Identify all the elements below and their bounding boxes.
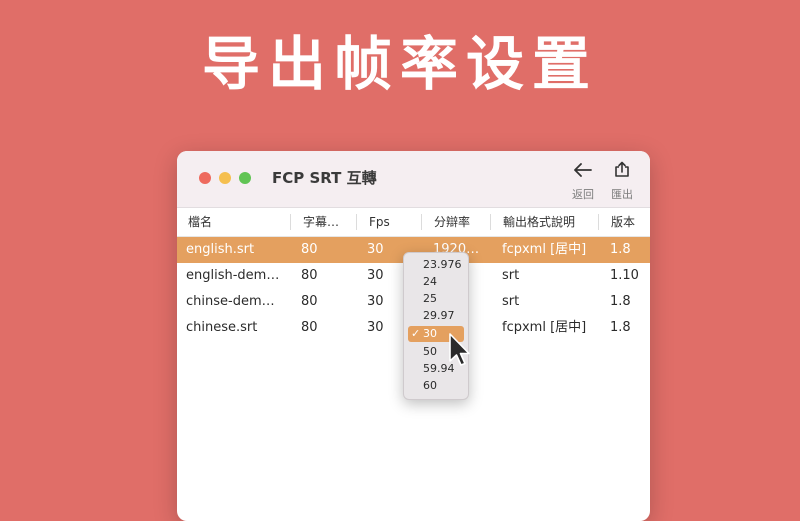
cell-format: srt (502, 268, 520, 283)
cell-format: fcpxml [居中] (502, 242, 587, 257)
cell-subtitles: 80 (301, 294, 318, 309)
cell-format: fcpxml [居中] (502, 320, 587, 335)
column-divider[interactable] (490, 214, 491, 230)
hero-title: 导出帧率设置 (201, 30, 598, 98)
fps-option[interactable]: 29.97 (408, 308, 464, 324)
column-divider[interactable] (290, 214, 291, 230)
table-header: 檔名 字幕… Fps 分辯率 輸出格式說明 版本 (177, 208, 650, 237)
column-header-version[interactable]: 版本 (611, 208, 647, 236)
fps-popup-menu[interactable]: 23.976 24 25 29.97 ✓ 30 50 59.94 60 (403, 252, 469, 400)
checkmark-icon: ✓ (411, 327, 421, 340)
export-label: 匯出 (611, 188, 633, 201)
cell-subtitles: 80 (301, 242, 318, 257)
back-button[interactable]: 返回 (566, 161, 600, 202)
cell-subtitles: 80 (301, 268, 318, 283)
fps-option[interactable]: 23.976 (408, 257, 464, 273)
fps-option[interactable]: 24 (408, 274, 464, 290)
cell-filename: chinese.srt (186, 320, 258, 335)
column-header-filename[interactable]: 檔名 (188, 208, 283, 236)
column-header-subtitles[interactable]: 字幕… (303, 208, 349, 236)
arrow-left-icon (566, 161, 600, 183)
cell-filename: english.srt (186, 242, 255, 257)
export-button[interactable]: 匯出 (605, 161, 639, 202)
close-window-button[interactable] (199, 172, 211, 184)
cell-version: 1.10 (610, 268, 639, 283)
column-header-format[interactable]: 輸出格式說明 (503, 208, 595, 236)
mouse-cursor-icon (449, 333, 470, 366)
column-divider[interactable] (598, 214, 599, 230)
cell-filename: chinse-dem… (186, 294, 275, 309)
cell-version: 1.8 (610, 294, 631, 309)
zoom-window-button[interactable] (239, 172, 251, 184)
cell-version: 1.8 (610, 242, 631, 257)
fps-option[interactable]: 25 (408, 291, 464, 307)
window-title: FCP SRT 互轉 (272, 169, 377, 187)
column-divider[interactable] (356, 214, 357, 230)
column-header-resolution[interactable]: 分辯率 (434, 208, 487, 236)
cell-version: 1.8 (610, 320, 631, 335)
fps-option[interactable]: 60 (408, 378, 464, 394)
share-icon (605, 161, 639, 183)
title-bar: FCP SRT 互轉 返回 匯出 (177, 151, 650, 208)
column-divider[interactable] (421, 214, 422, 230)
back-label: 返回 (572, 188, 594, 201)
cell-format: srt (502, 294, 520, 309)
minimize-window-button[interactable] (219, 172, 231, 184)
cell-filename: english-dem… (186, 268, 280, 283)
cell-subtitles: 80 (301, 320, 318, 335)
column-header-fps[interactable]: Fps (369, 208, 414, 236)
